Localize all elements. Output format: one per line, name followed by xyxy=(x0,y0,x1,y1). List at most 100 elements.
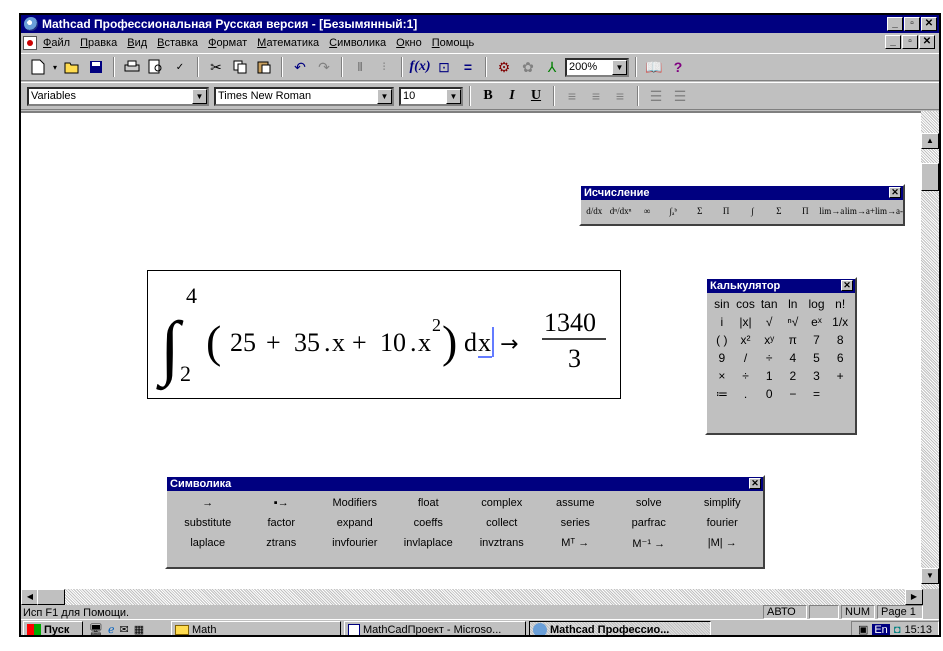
calculus-palette-title[interactable]: Исчисление ✕ xyxy=(581,186,903,200)
calc-button[interactable]: 9 xyxy=(710,349,734,367)
invztrans-button[interactable]: invztrans xyxy=(465,535,539,552)
expand-button[interactable]: expand xyxy=(318,515,392,531)
symbolic-palette[interactable]: Символика ✕ → ▪→ Modifiers float complex … xyxy=(165,475,765,569)
menu-insert[interactable]: Вставка xyxy=(157,37,198,49)
nth-derivative-button[interactable]: dⁿ/dxⁿ xyxy=(607,204,633,218)
calc-button[interactable]: 6 xyxy=(828,349,852,367)
close-button[interactable]: ✕ xyxy=(921,17,937,31)
help-icon[interactable]: ? xyxy=(667,56,689,78)
vertical-scrollbar[interactable]: ▲ ▼ xyxy=(921,111,939,589)
factor-button[interactable]: factor xyxy=(245,515,319,531)
calc-button[interactable]: = xyxy=(805,385,829,403)
calc-button[interactable]: 1/x xyxy=(828,313,852,331)
start-button[interactable]: Пуск xyxy=(23,620,83,635)
calc-button[interactable]: 8 xyxy=(828,331,852,349)
scroll-down-icon[interactable]: ▼ xyxy=(921,568,939,584)
insert-graph-icon[interactable]: ⚙ xyxy=(493,56,515,78)
calculus-palette[interactable]: Исчисление ✕ d/dx dⁿ/dxⁿ ∞ ∫ₐᵇ Σ Π ∫ Σ Π … xyxy=(579,184,905,226)
horizontal-scrollbar[interactable]: ◀ ▶ xyxy=(21,589,923,605)
chevron-down-icon[interactable]: ▼ xyxy=(192,88,207,104)
calc-button[interactable]: cos xyxy=(734,295,758,313)
align-left-icon[interactable]: ≡ xyxy=(561,85,583,107)
scroll-thumb[interactable] xyxy=(921,163,939,191)
calc-button[interactable]: √ xyxy=(757,313,781,331)
insert-unit-icon[interactable]: ⊡ xyxy=(433,56,455,78)
title-bar[interactable]: Mathcad Профессиональная Русская версия … xyxy=(21,15,939,33)
invfourier-button[interactable]: invfourier xyxy=(318,535,392,552)
substitute-button[interactable]: substitute xyxy=(171,515,245,531)
invlaplace-button[interactable]: invlaplace xyxy=(392,535,466,552)
modifiers-button[interactable]: Modifiers xyxy=(318,495,392,511)
calculate-icon[interactable]: = xyxy=(457,56,479,78)
network-icon[interactable]: ◘ xyxy=(894,624,901,636)
taskbar-word-doc[interactable]: MathCadПроект - Microso... xyxy=(344,620,526,635)
ie-icon[interactable]: ℯ xyxy=(108,623,115,635)
bold-button[interactable]: B xyxy=(477,85,499,107)
doc-minimize-button[interactable]: _ xyxy=(885,35,901,49)
language-indicator[interactable]: En xyxy=(872,623,890,635)
calc-button[interactable]: π xyxy=(781,331,805,349)
calc-button[interactable]: |x| xyxy=(734,313,758,331)
spellcheck-icon[interactable]: ✓ xyxy=(169,56,191,78)
limit-button[interactable]: lim→a xyxy=(819,204,845,218)
range-sum-button[interactable]: Σ xyxy=(766,204,792,218)
desktop-icon[interactable]: 🖥 xyxy=(89,623,103,635)
calc-button[interactable]: ln xyxy=(781,295,805,313)
range-product-button[interactable]: Π xyxy=(792,204,818,218)
font-size-select[interactable]: 10 ▼ xyxy=(399,86,463,106)
calc-button[interactable]: 7 xyxy=(805,331,829,349)
document-icon[interactable] xyxy=(23,36,37,50)
close-icon[interactable]: ✕ xyxy=(749,478,761,489)
italic-button[interactable]: I xyxy=(501,85,523,107)
calc-button[interactable]: 1 xyxy=(757,367,781,385)
derivative-button[interactable]: d/dx xyxy=(581,204,607,218)
calc-button[interactable]: log xyxy=(805,295,829,313)
align-across-icon[interactable]: ⫼ xyxy=(349,56,371,78)
redo-icon[interactable]: ↷ xyxy=(313,56,335,78)
calc-button[interactable]: ( ) xyxy=(710,331,734,349)
close-icon[interactable]: ✕ xyxy=(889,187,901,198)
chevron-down-icon[interactable]: ▼ xyxy=(377,88,392,104)
determinant-button[interactable]: |M| → xyxy=(686,535,760,552)
laplace-button[interactable]: laplace xyxy=(171,535,245,552)
calc-button[interactable]: xʸ xyxy=(757,331,781,349)
insert-component-icon[interactable]: ✿ xyxy=(517,56,539,78)
cut-icon[interactable]: ✂ xyxy=(205,56,227,78)
menu-file[interactable]: Файл xyxy=(43,37,70,49)
calc-button[interactable]: × xyxy=(710,367,734,385)
style-select[interactable]: Variables ▼ xyxy=(27,86,209,106)
solve-button[interactable]: solve xyxy=(612,495,686,511)
calc-button[interactable]: n! xyxy=(828,295,852,313)
calc-button[interactable]: 3 xyxy=(805,367,829,385)
doc-restore-button[interactable]: ▫ xyxy=(902,35,918,49)
product-button[interactable]: Π xyxy=(713,204,739,218)
series-button[interactable]: series xyxy=(539,515,613,531)
align-down-icon[interactable]: ⫶ xyxy=(373,56,395,78)
menu-edit[interactable]: Правка xyxy=(80,37,117,49)
calc-button[interactable]: − xyxy=(781,385,805,403)
insert-function-icon[interactable]: f(x) xyxy=(409,56,431,78)
collect-button[interactable]: collect xyxy=(465,515,539,531)
definite-integral-button[interactable]: ∫ₐᵇ xyxy=(660,204,686,218)
align-center-icon[interactable]: ≡ xyxy=(585,85,607,107)
scroll-right-icon[interactable]: ▶ xyxy=(905,589,923,605)
assume-button[interactable]: assume xyxy=(539,495,613,511)
coeffs-button[interactable]: coeffs xyxy=(392,515,466,531)
scroll-up-icon[interactable]: ▲ xyxy=(921,133,939,149)
symbolic-evaluate-button[interactable]: → xyxy=(171,495,245,511)
calc-button[interactable]: 5 xyxy=(805,349,829,367)
undo-icon[interactable]: ↶ xyxy=(289,56,311,78)
complex-button[interactable]: complex xyxy=(465,495,539,511)
summation-button[interactable]: Σ xyxy=(687,204,713,218)
calc-button[interactable]: + xyxy=(828,367,852,385)
clock[interactable]: 15:13 xyxy=(904,624,932,636)
parfrac-button[interactable]: parfrac xyxy=(612,515,686,531)
symbolic-keyword-evaluate-button[interactable]: ▪→ xyxy=(245,495,319,511)
new-dropdown-icon[interactable]: ▾ xyxy=(51,56,59,78)
channels-icon[interactable]: ▦ xyxy=(134,623,144,635)
indefinite-integral-button[interactable]: ∫ xyxy=(739,204,765,218)
print-icon[interactable] xyxy=(121,56,143,78)
menu-symbolics[interactable]: Символика xyxy=(329,37,386,49)
taskbar-mathcad[interactable]: Mathcad Профессио... xyxy=(529,620,711,635)
calc-button[interactable]: 0 xyxy=(757,385,781,403)
